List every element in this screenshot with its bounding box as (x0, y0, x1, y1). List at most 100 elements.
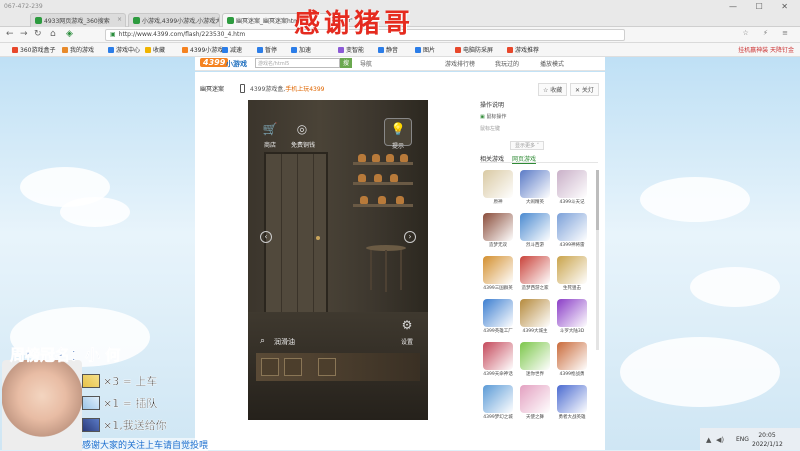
site-logo[interactable]: 4399 (200, 58, 229, 67)
inventory-slot[interactable] (318, 358, 336, 376)
related-game-item[interactable]: 烈斗西游 (518, 213, 552, 248)
tab-close-icon[interactable]: × (211, 16, 216, 23)
bookmark-item[interactable]: 游戏推荐 (507, 45, 539, 54)
figurine[interactable] (396, 196, 404, 204)
home-icon[interactable]: ⌂ (50, 29, 56, 39)
game-name[interactable]: 大闹精英 (518, 199, 552, 205)
related-game-item[interactable]: 4399大城主 (518, 299, 552, 334)
game-name[interactable]: 迷你世界 (518, 371, 552, 377)
related-game-item[interactable]: 4399英雄工厂 (481, 299, 515, 334)
related-game-item[interactable]: 4399天命神话 (481, 342, 515, 377)
related-game-item[interactable]: 迷你世界 (518, 342, 552, 377)
forward-icon[interactable]: → (20, 29, 28, 39)
game-name[interactable]: 勇者大战英雄 (555, 414, 589, 420)
game-door[interactable] (264, 152, 328, 314)
tab-web-games[interactable]: 网页游戏 (512, 156, 537, 164)
game-name[interactable]: 4399天命神话 (481, 371, 515, 377)
game-name[interactable]: 斗罗大陆3D (555, 328, 589, 334)
arrow-right-button[interactable]: › (404, 231, 416, 243)
figurine[interactable] (360, 196, 368, 204)
figurine[interactable] (358, 174, 366, 182)
inventory-slot[interactable] (261, 358, 279, 376)
figurine[interactable] (358, 154, 366, 162)
back-icon[interactable]: ← (6, 29, 14, 39)
lights-off-button[interactable]: ✕ 关灯 (570, 83, 599, 96)
related-game-item[interactable]: 4399枪战勇 (555, 342, 589, 377)
arrow-left-button[interactable]: ‹ (260, 231, 272, 243)
game-thumbnail[interactable] (520, 213, 550, 241)
game-canvas[interactable]: 🛒 商店 ◎ 免费铜钱 💡 提示 ‹ › ⚙ 设置 ⌕ 润滑油 (248, 100, 428, 420)
figurine[interactable] (372, 154, 380, 162)
bookmark-item[interactable]: 减速 (222, 45, 242, 54)
figurine[interactable] (400, 154, 408, 162)
tab-related-games[interactable]: 相关游戏 (480, 156, 504, 163)
game-thumbnail[interactable] (557, 170, 587, 198)
game-name[interactable]: 烈斗西游 (518, 242, 552, 248)
favorite-button[interactable]: ☆ 收藏 (538, 83, 568, 96)
related-game-item[interactable]: 4399神将雷 (555, 213, 589, 248)
site-search-button[interactable]: 搜 (340, 58, 352, 68)
game-name[interactable]: 4399枪战勇 (555, 371, 589, 377)
game-thumbnail[interactable] (520, 256, 550, 284)
header-link-rank[interactable]: 游戏排行榜 (445, 59, 475, 68)
game-thumbnail[interactable] (483, 170, 513, 198)
game-thumbnail[interactable] (520, 170, 550, 198)
game-name[interactable]: 造梦西游之家 (518, 285, 552, 291)
related-game-item[interactable]: 大闹精英 (518, 170, 552, 205)
game-name[interactable]: 4399三国群英 (481, 285, 515, 291)
speaker-icon[interactable]: ◀) (716, 436, 724, 444)
inventory-slot[interactable] (284, 358, 302, 376)
header-link-nav[interactable]: 导航 (360, 59, 372, 68)
settings-gear-icon[interactable]: ⚙ (395, 318, 419, 332)
security-shield-icon[interactable]: ◈ (66, 29, 73, 39)
figurine[interactable] (386, 154, 394, 162)
related-game-item[interactable]: 原神 (481, 170, 515, 205)
game-name[interactable]: 4399英雄工厂 (481, 328, 515, 334)
game-thumbnail[interactable] (483, 299, 513, 327)
related-game-item[interactable]: 天使之舞 (518, 385, 552, 420)
figurine[interactable] (390, 174, 398, 182)
input-language[interactable]: ENG (736, 436, 749, 443)
game-name[interactable]: 生死狙击 (555, 285, 589, 291)
game-name[interactable]: 4399梦幻之城 (481, 414, 515, 420)
site-search-input[interactable]: 游戏名/html5 (255, 58, 340, 68)
game-thumbnail[interactable] (557, 213, 587, 241)
coin-icon[interactable]: ◎ (290, 122, 314, 136)
bookmark-item[interactable]: 收藏 (145, 45, 165, 54)
game-thumbnail[interactable] (520, 299, 550, 327)
promo-link[interactable]: 挂机赢神装 天降钉金 (738, 45, 794, 54)
header-link-played[interactable]: 我玩过的 (495, 59, 519, 68)
related-game-item[interactable]: 斗罗大陆3D (555, 299, 589, 334)
magnifier-icon[interactable]: ⌕ (260, 336, 265, 346)
game-thumbnail[interactable] (483, 342, 513, 370)
game-thumbnail[interactable] (557, 385, 587, 413)
game-thumbnail[interactable] (520, 385, 550, 413)
show-more-button[interactable]: 显示更多 ˅ (510, 141, 545, 150)
bookmark-item[interactable]: 360游戏盒子 (12, 45, 55, 54)
game-name[interactable]: 4399神将雷 (555, 242, 589, 248)
bookmark-item[interactable]: 我的游戏 (62, 45, 94, 54)
tab-close-icon[interactable]: × (117, 16, 122, 23)
game-thumbnail[interactable] (520, 342, 550, 370)
game-thumbnail[interactable] (557, 256, 587, 284)
game-note[interactable]: 4399游戏盒,手机上玩4399 (250, 84, 324, 93)
game-thumbnail[interactable] (483, 256, 513, 284)
clock[interactable]: 20:05 2022/1/12 (752, 431, 783, 449)
related-game-item[interactable]: 4399斗天记 (555, 170, 589, 205)
bookmark-item[interactable]: 电脑防采屏 (455, 45, 493, 54)
window-controls[interactable]: — ☐ ✕ (729, 2, 796, 11)
bookmark-item[interactable]: 图片 (415, 45, 435, 54)
related-game-item[interactable]: 生死狙击 (555, 256, 589, 291)
game-thumbnail[interactable] (483, 213, 513, 241)
header-link-mode[interactable]: 播放模式 (540, 59, 564, 68)
game-thumbnail[interactable] (557, 299, 587, 327)
game-name[interactable]: 原神 (481, 199, 515, 205)
related-game-item[interactable]: 造梦西游之家 (518, 256, 552, 291)
game-name[interactable]: 造梦无双 (481, 242, 515, 248)
bookmark-item[interactable]: 暂停 (257, 45, 277, 54)
bookmark-item[interactable]: 4399小游戏 (182, 45, 223, 54)
refresh-icon[interactable]: ↻ (34, 29, 42, 39)
game-name[interactable]: 4399斗天记 (555, 199, 589, 205)
browser-tab[interactable]: 4933网页游戏_360搜索 × (30, 13, 126, 27)
figurine[interactable] (378, 196, 386, 204)
